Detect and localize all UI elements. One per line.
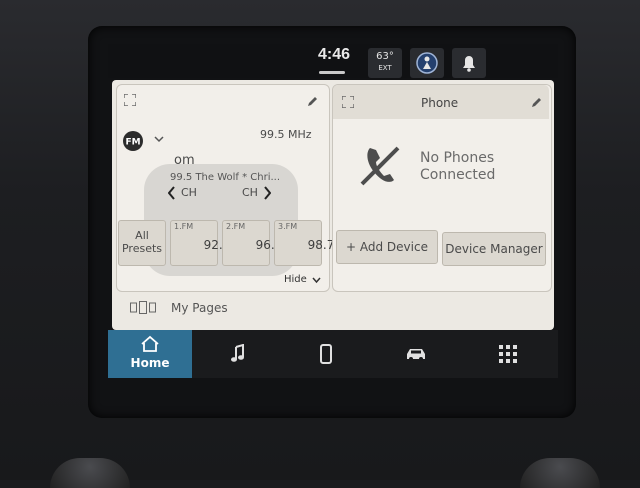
phone-status-line1: No Phones (420, 150, 495, 166)
smartphone-icon (320, 344, 332, 364)
my-pages-label: My Pages (171, 301, 228, 315)
music-note-icon (231, 344, 244, 362)
nav-phone[interactable] (294, 330, 358, 378)
phone-title: Phone (421, 96, 459, 110)
edit-pencil-icon[interactable] (306, 96, 318, 108)
ch-next-button[interactable]: CH (242, 185, 276, 201)
pages-icon (130, 301, 156, 314)
clock: 4:46 (317, 46, 351, 63)
ch-next-label: CH (242, 186, 258, 199)
fm-band-icon[interactable]: FM (122, 130, 144, 152)
preset-button[interactable]: 1.FM 92.5 (170, 220, 230, 266)
hide-label: Hide (284, 274, 307, 285)
all-presets-line2: Presets (121, 242, 163, 255)
chevron-right-icon (264, 186, 271, 200)
ch-prev-label: CH (181, 186, 197, 199)
ch-prev-button[interactable]: CH (168, 185, 208, 201)
preset-label: 2.FM (226, 222, 246, 231)
driver-assist-button[interactable] (410, 48, 444, 78)
station-name: 99.5 The Wolf * Chri... (170, 172, 281, 183)
expand-icon[interactable] (342, 96, 354, 108)
chevron-left-icon (168, 186, 175, 200)
nav-home[interactable]: Home (108, 330, 192, 378)
home-label: Home (130, 356, 170, 370)
frequency-display: 99.5 MHz (260, 128, 312, 141)
device-manager-button[interactable]: Device Manager (442, 232, 546, 266)
add-device-button[interactable]: + Add Device (336, 230, 438, 264)
temperature-label: EXT (378, 64, 392, 72)
nav-vehicle[interactable] (384, 330, 448, 378)
band-label: FM (125, 138, 140, 148)
home-icon (141, 335, 159, 352)
all-presets-line1: All (135, 229, 149, 242)
apps-grid-icon (499, 345, 517, 363)
chevron-down-icon[interactable] (154, 136, 164, 144)
notifications-button[interactable] (452, 48, 486, 78)
temperature-value: 63° (376, 51, 394, 62)
nav-apps[interactable] (476, 330, 540, 378)
chevron-down-icon (312, 277, 321, 284)
bell-icon (463, 56, 475, 72)
car-icon (407, 349, 425, 361)
preset-label: 3.FM (278, 222, 298, 231)
driver-assist-icon (416, 52, 438, 74)
preset-label: 1.FM (174, 222, 194, 231)
all-presets-button[interactable]: All Presets (118, 220, 166, 266)
my-pages-button[interactable]: My Pages (128, 298, 248, 318)
hide-button[interactable]: Hide (284, 274, 324, 288)
preset-button[interactable]: 3.FM 98.7 (274, 220, 334, 266)
phone-status-line2: Connected (420, 167, 496, 183)
expand-icon[interactable] (124, 94, 136, 106)
clock-underline (319, 71, 345, 74)
temperature-button[interactable]: 63° EXT (368, 48, 402, 78)
edit-pencil-icon[interactable] (530, 97, 542, 109)
nav-media[interactable] (206, 330, 270, 378)
preset-button[interactable]: 2.FM 96.3 (222, 220, 282, 266)
phone-disconnected-icon (360, 146, 400, 186)
